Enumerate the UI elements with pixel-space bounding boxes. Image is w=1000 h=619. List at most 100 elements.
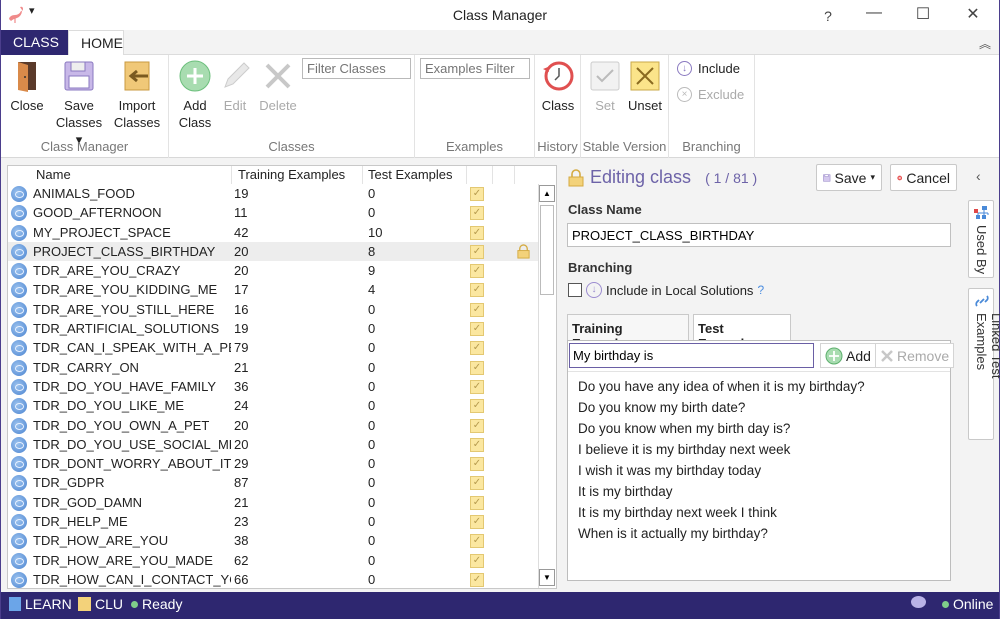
scroll-up-arrow-icon[interactable]: ▲	[539, 185, 555, 202]
enabled-checkbox[interactable]: ✓	[470, 476, 484, 491]
enabled-checkbox[interactable]: ✓	[470, 534, 484, 549]
column-header-name[interactable]: Name	[36, 167, 71, 182]
example-item[interactable]: It is my birthday next week I think	[568, 502, 950, 523]
add-class-button[interactable]: Add Class	[175, 59, 215, 131]
enabled-checkbox[interactable]: ✓	[470, 187, 484, 201]
unset-x-icon	[630, 61, 660, 91]
used-by-tab[interactable]: Used By	[968, 200, 994, 278]
linked-test-examples-tab[interactable]: Linked Test Examples	[968, 288, 1000, 440]
enabled-checkbox[interactable]: ✓	[470, 515, 484, 530]
class-row[interactable]: TDR_HOW_ARE_YOU_MADE 62 0 ✓	[8, 551, 538, 570]
collapse-ribbon-icon[interactable]: ︽	[979, 35, 991, 52]
class-row[interactable]: TDR_DO_YOU_LIKE_ME 24 0 ✓	[8, 396, 538, 415]
enabled-checkbox[interactable]: ✓	[470, 225, 484, 240]
exclude-branch-button[interactable]: × Exclude	[677, 87, 744, 102]
examples-filter-input[interactable]	[420, 58, 530, 79]
unset-stable-button[interactable]: Unset	[625, 59, 665, 114]
include-local-checkbox[interactable]	[568, 283, 582, 297]
class-row[interactable]: TDR_DO_YOU_USE_SOCIAL_MEDI/20 0 ✓	[8, 435, 538, 454]
example-item[interactable]: When is it actually my birthday?	[568, 523, 950, 544]
help-button[interactable]: ?	[813, 8, 843, 30]
example-item[interactable]: Do you know my birth date?	[568, 397, 950, 418]
class-row[interactable]: TDR_ARE_YOU_KIDDING_ME 17 4 ✓	[8, 280, 538, 299]
class-row[interactable]: TDR_GDPR 87 0 ✓	[8, 473, 538, 492]
class-row[interactable]: GOOD_AFTERNOON 11 0 ✓	[8, 203, 538, 222]
enabled-checkbox[interactable]: ✓	[470, 399, 484, 414]
add-example-button[interactable]: Add	[820, 343, 876, 368]
class-row[interactable]: TDR_HOW_ARE_YOU 38 0 ✓	[8, 531, 538, 550]
enabled-checkbox[interactable]: ✓	[470, 302, 484, 317]
column-header-test[interactable]: Test Examples	[368, 167, 453, 182]
delete-class-button[interactable]: Delete	[257, 59, 299, 114]
help-icon[interactable]: ?	[757, 283, 764, 297]
example-item[interactable]: It is my birthday	[568, 481, 950, 502]
class-row[interactable]: TDR_GOD_DAMN 21 0 ✓	[8, 493, 538, 512]
close-window-button[interactable]: ✕	[958, 4, 988, 26]
class-row[interactable]: TDR_DO_YOU_HAVE_FAMILY 36 0 ✓	[8, 377, 538, 396]
learn-status[interactable]: LEARN	[9, 596, 72, 612]
filter-classes-input[interactable]	[302, 58, 411, 79]
class-row[interactable]: TDR_CARRY_ON 21 0 ✓	[8, 358, 538, 377]
example-item[interactable]: I believe it is my birthday next week	[568, 439, 950, 460]
class-row[interactable]: TDR_ARE_YOU_STILL_HERE 16 0 ✓	[8, 300, 538, 319]
tab-test-examples[interactable]: Test Examples	[693, 314, 791, 351]
cancel-button[interactable]: Cancel	[890, 164, 957, 191]
tab-class[interactable]: CLASS	[1, 30, 68, 55]
class-counter: ( 1 / 81 )	[705, 169, 758, 186]
enabled-checkbox[interactable]: ✓	[470, 379, 484, 394]
enabled-checkbox[interactable]: ✓	[470, 418, 484, 433]
scroll-down-arrow-icon[interactable]: ▼	[539, 569, 555, 586]
class-name-input[interactable]	[567, 223, 951, 247]
class-list-scrollbar[interactable]: ▲ ▼	[538, 184, 555, 588]
tab-home[interactable]: HOME	[68, 30, 124, 56]
enabled-checkbox[interactable]: ✓	[470, 206, 484, 221]
example-input[interactable]	[569, 343, 814, 368]
enabled-checkbox[interactable]: ✓	[470, 341, 484, 356]
tab-training-examples[interactable]: Training Examples	[567, 314, 689, 351]
training-count: 17	[234, 282, 249, 298]
scroll-thumb[interactable]	[540, 205, 554, 295]
class-row[interactable]: PROJECT_CLASS_BIRTHDAY 20 8 ✓	[8, 241, 538, 262]
class-row[interactable]: TDR_DO_YOU_OWN_A_PET 20 0 ✓	[8, 416, 538, 435]
enabled-checkbox[interactable]: ✓	[470, 457, 484, 472]
minimize-button[interactable]: —	[859, 4, 889, 26]
example-item[interactable]: I wish it was my birthday today	[568, 460, 950, 481]
class-history-button[interactable]: Class	[539, 59, 577, 114]
edit-class-button[interactable]: Edit	[219, 59, 251, 114]
save-dropdown-icon[interactable]: ▾	[870, 172, 875, 183]
collapse-side-panel-icon[interactable]: ‹	[976, 168, 981, 184]
enabled-checkbox[interactable]: ✓	[470, 360, 484, 375]
class-row[interactable]: MY_PROJECT_SPACE 42 10 ✓	[8, 223, 538, 242]
remove-example-button[interactable]: Remove	[875, 343, 955, 368]
enabled-checkbox[interactable]: ✓	[470, 437, 484, 452]
save-button[interactable]: Save ▾	[816, 164, 882, 191]
enabled-checkbox[interactable]: ✓	[470, 572, 484, 587]
class-row[interactable]: TDR_ARTIFICIAL_SOLUTIONS 19 0 ✓	[8, 319, 538, 338]
class-row[interactable]: TDR_ARE_YOU_CRAZY 20 9 ✓	[8, 261, 538, 280]
chat-icon[interactable]	[911, 596, 926, 608]
close-button[interactable]: Close	[5, 59, 49, 114]
import-classes-button[interactable]: Import Classes	[111, 59, 163, 131]
class-row[interactable]: TDR_CAN_I_SPEAK_WITH_A_PERS79 0 ✓	[8, 338, 538, 357]
column-header-training[interactable]: Training Examples	[238, 167, 345, 182]
training-count: 42	[234, 224, 249, 240]
class-row[interactable]: TDR_HOW_CAN_I_CONTACT_YOU 66 0 ✓	[8, 570, 538, 589]
set-stable-button[interactable]: Set	[587, 59, 623, 114]
class-row[interactable]: ANIMALS_FOOD 19 0 ✓	[8, 184, 538, 203]
enabled-checkbox[interactable]: ✓	[470, 244, 484, 259]
ribbon: Close Save Classes ▾ Import Classes Clas…	[1, 55, 999, 158]
enabled-checkbox[interactable]: ✓	[470, 264, 484, 279]
maximize-button[interactable]: ☐	[908, 4, 938, 26]
include-branch-button[interactable]: ↓ Include	[677, 61, 740, 76]
class-row[interactable]: TDR_DONT_WORRY_ABOUT_IT 29 0 ✓	[8, 454, 538, 473]
save-classes-button[interactable]: Save Classes ▾	[51, 59, 107, 148]
class-name-label: Class Name	[568, 202, 642, 217]
clu-status[interactable]: CLU	[78, 596, 123, 612]
example-item[interactable]: Do you have any idea of when it is my bi…	[568, 376, 950, 397]
enabled-checkbox[interactable]: ✓	[470, 495, 484, 510]
enabled-checkbox[interactable]: ✓	[470, 553, 484, 568]
enabled-checkbox[interactable]: ✓	[470, 322, 484, 337]
example-item[interactable]: Do you know when my birth day is?	[568, 418, 950, 439]
class-row[interactable]: TDR_HELP_ME 23 0 ✓	[8, 512, 538, 531]
enabled-checkbox[interactable]: ✓	[470, 283, 484, 298]
